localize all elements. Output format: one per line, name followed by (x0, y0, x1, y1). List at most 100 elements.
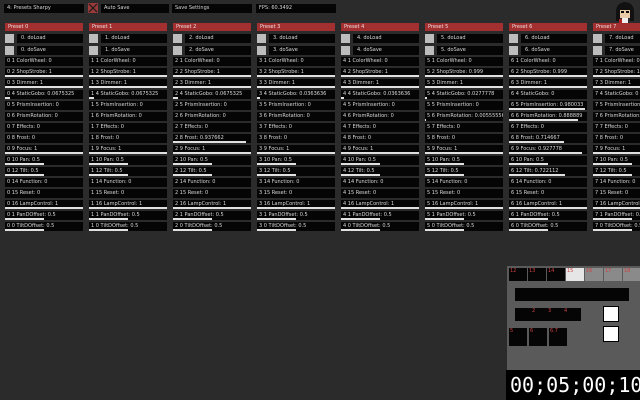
param-slider[interactable]: 4 16 LampControl: 1 (341, 200, 419, 209)
param-slider[interactable]: 1 1 ColorWheel: 0 (89, 57, 167, 66)
param-slider[interactable]: 2 6 PrismRotation: 0 (173, 112, 251, 121)
param-slider[interactable]: 0 1 ColorWheel: 0 (5, 57, 83, 66)
load-button[interactable]: 3. doLoad (269, 34, 335, 43)
param-slider[interactable]: 0 15 Reset: 0 (5, 189, 83, 198)
param-slider[interactable]: 1 16 LampControl: 1 (89, 200, 167, 209)
param-slider[interactable]: 3 1 PanDOffset: 0.5 (257, 211, 335, 220)
param-slider[interactable]: 4 14 Function: 0 (341, 178, 419, 187)
pad-cell[interactable]: 12 (509, 268, 527, 281)
param-slider[interactable]: 7 14 Function: 0 (593, 178, 640, 187)
load-toggle[interactable] (257, 34, 266, 43)
param-slider[interactable]: 3 12 Tilt: 0.5 (257, 167, 335, 176)
param-slider[interactable]: 0 10 Pan: 0.5 (5, 156, 83, 165)
white-pad-small[interactable] (603, 306, 619, 322)
param-slider[interactable]: 7 4 StaticGobo: 0 (593, 90, 640, 99)
save-toggle[interactable] (341, 46, 350, 55)
presets-selector[interactable]: 4: Presets Sharpy (4, 4, 84, 13)
param-slider[interactable]: 5 14 Function: 0 (425, 178, 503, 187)
param-slider[interactable]: 3 3 Dimmer: 1 (257, 79, 335, 88)
save-button[interactable]: 2. doSave (185, 46, 251, 55)
save-toggle[interactable] (593, 46, 602, 55)
param-slider[interactable]: 7 6 PrismRotation: 0 (593, 112, 640, 121)
param-slider[interactable]: 2 1 PanDOffset: 0.5 (173, 211, 251, 220)
param-slider[interactable]: 5 4 StaticGobo: 0.0277778 (425, 90, 503, 99)
param-slider[interactable]: 7 3 Dimmer: 1 (593, 79, 640, 88)
param-slider[interactable]: 6 1 ColorWheel: 0 (509, 57, 587, 66)
param-slider[interactable]: 6 6 PrismRotation: 0.888889 (509, 112, 587, 121)
param-slider[interactable]: 1 10 Pan: 0.5 (89, 156, 167, 165)
param-slider[interactable]: 4 10 Pan: 0.5 (341, 156, 419, 165)
param-slider[interactable]: 3 6 PrismRotation: 0 (257, 112, 335, 121)
param-slider[interactable]: 2 5 PrismInsertion: 0 (173, 101, 251, 110)
param-slider[interactable]: 4 12 Tilt: 0.5 (341, 167, 419, 176)
pad-cell[interactable]: 18 (623, 268, 640, 281)
param-slider[interactable]: 6 15 Reset: 0 (509, 189, 587, 198)
param-slider[interactable]: 5 0 TiltDOffset: 0.5 (425, 222, 503, 231)
save-button[interactable]: 5. doSave (437, 46, 503, 55)
load-toggle[interactable] (173, 34, 182, 43)
param-slider[interactable]: 4 8 Frost: 0 (341, 134, 419, 143)
param-slider[interactable]: 0 7 Effects: 0 (5, 123, 83, 132)
pad-cell[interactable]: 14 (547, 268, 565, 281)
pad-cell[interactable] (611, 288, 629, 301)
param-slider[interactable]: 1 5 PrismInsertion: 0 (89, 101, 167, 110)
param-slider[interactable]: 1 9 Focus: 1 (89, 145, 167, 154)
param-slider[interactable]: 2 0 TiltDOffset: 0.5 (173, 222, 251, 231)
pad-cell[interactable]: 6.7 (549, 328, 567, 346)
load-toggle[interactable] (593, 34, 602, 43)
load-button[interactable]: 1. doLoad (101, 34, 167, 43)
save-toggle[interactable] (425, 46, 434, 55)
param-slider[interactable]: 5 6 PrismRotation: 0.00555556 (425, 112, 503, 121)
param-slider[interactable]: 5 1 PanDOffset: 0.5 (425, 211, 503, 220)
param-slider[interactable]: 1 1 PanDOffset: 0.5 (89, 211, 167, 220)
param-slider[interactable]: 7 10 Pan: 0.5 (593, 156, 640, 165)
param-slider[interactable]: 5 7 Effects: 0 (425, 123, 503, 132)
param-slider[interactable]: 7 12 Tilt: 0.5 (593, 167, 640, 176)
param-slider[interactable]: 3 10 Pan: 0.5 (257, 156, 335, 165)
param-slider[interactable]: 3 15 Reset: 0 (257, 189, 335, 198)
param-slider[interactable]: 0 5 PrismInsertion: 0 (5, 101, 83, 110)
param-slider[interactable]: 6 8 Frost: 0.714667 (509, 134, 587, 143)
param-slider[interactable]: 2 16 LampControl: 1 (173, 200, 251, 209)
param-slider[interactable]: 2 2 ShopStrobe: 1 (173, 68, 251, 77)
param-slider[interactable]: 0 12 Tilt: 0.5 (5, 167, 83, 176)
save-toggle[interactable] (173, 46, 182, 55)
param-slider[interactable]: 5 15 Reset: 0 (425, 189, 503, 198)
param-slider[interactable]: 2 3 Dimmer: 1 (173, 79, 251, 88)
pad-cell[interactable]: 4 (563, 308, 581, 321)
param-slider[interactable]: 5 5 PrismInsertion: 0 (425, 101, 503, 110)
param-slider[interactable]: 4 5 PrismInsertion: 0 (341, 101, 419, 110)
param-slider[interactable]: 5 8 Frost: 0 (425, 134, 503, 143)
param-slider[interactable]: 3 9 Focus: 1 (257, 145, 335, 154)
param-slider[interactable]: 6 14 Function: 0 (509, 178, 587, 187)
load-button[interactable]: 7. doLoad (605, 34, 640, 43)
param-slider[interactable]: 2 10 Pan: 0.5 (173, 156, 251, 165)
param-slider[interactable]: 2 7 Effects: 0 (173, 123, 251, 132)
param-slider[interactable]: 5 1 ColorWheel: 0 (425, 57, 503, 66)
load-button[interactable]: 5. doLoad (437, 34, 503, 43)
param-slider[interactable]: 1 4 StaticGobo: 0.0675325 (89, 90, 167, 99)
param-slider[interactable]: 2 1 ColorWheel: 0 (173, 57, 251, 66)
param-slider[interactable]: 0 6 PrismRotation: 0 (5, 112, 83, 121)
param-slider[interactable]: 5 10 Pan: 0.5 (425, 156, 503, 165)
param-slider[interactable]: 3 16 LampControl: 1 (257, 200, 335, 209)
param-slider[interactable]: 2 12 Tilt: 0.5 (173, 167, 251, 176)
param-slider[interactable]: 7 2 ShopStrobe: 1 (593, 68, 640, 77)
save-toggle[interactable] (89, 46, 98, 55)
param-slider[interactable]: 7 8 Frost: 0 (593, 134, 640, 143)
param-slider[interactable]: 0 8 Frost: 0 (5, 134, 83, 143)
param-slider[interactable]: 6 2 ShopStrobe: 0.999 (509, 68, 587, 77)
pad-cell[interactable]: 5 (509, 328, 527, 346)
param-slider[interactable]: 4 7 Effects: 0 (341, 123, 419, 132)
param-slider[interactable]: 0 4 StaticGobo: 0.0675325 (5, 90, 83, 99)
param-slider[interactable]: 7 1 ColorWheel: 0 (593, 57, 640, 66)
param-slider[interactable]: 7 0 TiltDOffset: 0.5 (593, 222, 640, 231)
pad-cell[interactable]: 16 (585, 268, 603, 281)
param-slider[interactable]: 0 14 Function: 0 (5, 178, 83, 187)
param-slider[interactable]: 3 2 ShopStrobe: 1 (257, 68, 335, 77)
param-slider[interactable]: 6 4 StaticGobo: 0 (509, 90, 587, 99)
param-slider[interactable]: 1 2 ShopStrobe: 1 (89, 68, 167, 77)
param-slider[interactable]: 4 15 Reset: 0 (341, 189, 419, 198)
save-toggle[interactable] (257, 46, 266, 55)
param-slider[interactable]: 1 8 Frost: 0 (89, 134, 167, 143)
